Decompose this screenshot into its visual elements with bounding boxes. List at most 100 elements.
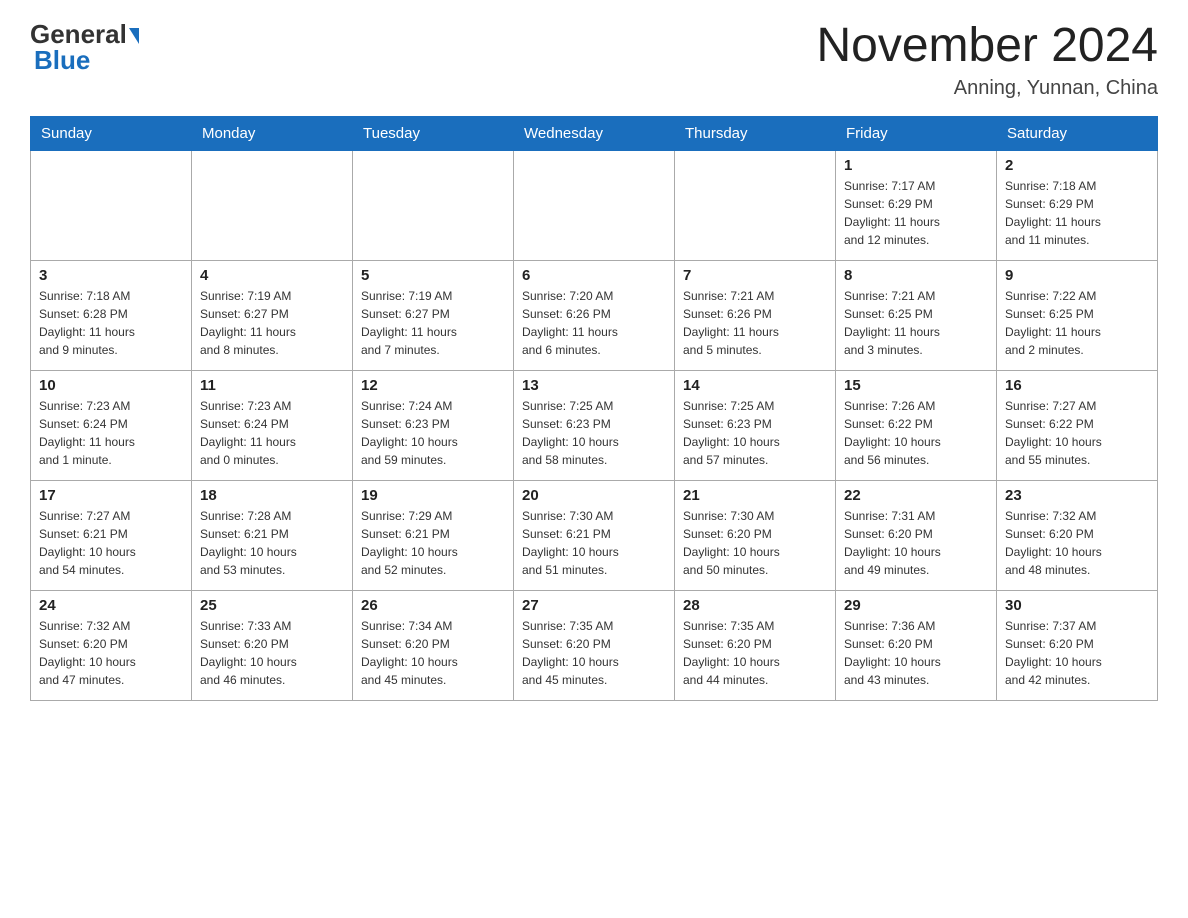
day-info: Sunrise: 7:20 AM Sunset: 6:26 PM Dayligh… xyxy=(522,287,666,359)
day-number: 3 xyxy=(39,267,183,284)
day-number: 8 xyxy=(844,267,988,284)
header-wednesday: Wednesday xyxy=(514,116,675,150)
day-number: 9 xyxy=(1005,267,1149,284)
page-header: General Blue November 2024 Anning, Yunna… xyxy=(30,20,1158,100)
day-cell: 5Sunrise: 7:19 AM Sunset: 6:27 PM Daylig… xyxy=(353,260,514,370)
day-cell xyxy=(31,150,192,260)
day-cell: 21 Sunrise: 7:30 AM Sunset: 6:20 PM Dayli… xyxy=(675,480,836,590)
day-info: Sunrise: 7:34 AM Sunset: 6:20 PM Dayligh… xyxy=(361,617,505,689)
day-info: Sunrise: 7:26 AM Sunset: 6:22 PM Dayligh… xyxy=(844,397,988,469)
day-cell: 10 Sunrise: 7:23 AM Sunset: 6:24 PM Dayli… xyxy=(31,370,192,480)
day-cell: 28 Sunrise: 7:35 AM Sunset: 6:20 PM Dayli… xyxy=(675,590,836,700)
day-cell xyxy=(192,150,353,260)
day-info: Sunrise: 7:18 AM Sunset: 6:28 PM Dayligh… xyxy=(39,287,183,359)
logo: General Blue xyxy=(30,20,139,74)
day-cell: 1 Sunrise: 7:17 AM Sunset: 6:29 PM Daylig… xyxy=(836,150,997,260)
header-monday: Monday xyxy=(192,116,353,150)
day-info: Sunrise: 7:31 AM Sunset: 6:20 PM Dayligh… xyxy=(844,507,988,579)
day-cell: 12 Sunrise: 7:24 AM Sunset: 6:23 PM Dayli… xyxy=(353,370,514,480)
day-number: 2 xyxy=(1005,157,1149,174)
month-title: November 2024 xyxy=(816,20,1158,73)
day-info: Sunrise: 7:24 AM Sunset: 6:23 PM Dayligh… xyxy=(361,397,505,469)
day-number: 1 xyxy=(844,157,988,174)
day-number: 6 xyxy=(522,267,666,284)
day-info: Sunrise: 7:30 AM Sunset: 6:20 PM Dayligh… xyxy=(683,507,827,579)
week-row-4: 17Sunrise: 7:27 AM Sunset: 6:21 PM Dayli… xyxy=(31,480,1158,590)
day-number: 4 xyxy=(200,267,344,284)
day-cell: 18Sunrise: 7:28 AM Sunset: 6:21 PM Dayli… xyxy=(192,480,353,590)
day-info: Sunrise: 7:19 AM Sunset: 6:27 PM Dayligh… xyxy=(200,287,344,359)
header-sunday: Sunday xyxy=(31,116,192,150)
day-cell xyxy=(514,150,675,260)
day-cell: 17Sunrise: 7:27 AM Sunset: 6:21 PM Dayli… xyxy=(31,480,192,590)
day-number: 10 xyxy=(39,377,183,394)
day-info: Sunrise: 7:35 AM Sunset: 6:20 PM Dayligh… xyxy=(522,617,666,689)
day-info: Sunrise: 7:17 AM Sunset: 6:29 PM Dayligh… xyxy=(844,177,988,249)
day-number: 19 xyxy=(361,487,505,504)
location-title: Anning, Yunnan, China xyxy=(816,77,1158,100)
day-info: Sunrise: 7:18 AM Sunset: 6:29 PM Dayligh… xyxy=(1005,177,1149,249)
day-cell: 15 Sunrise: 7:26 AM Sunset: 6:22 PM Dayli… xyxy=(836,370,997,480)
calendar-title-area: November 2024 Anning, Yunnan, China xyxy=(816,20,1158,100)
day-cell: 27Sunrise: 7:35 AM Sunset: 6:20 PM Dayli… xyxy=(514,590,675,700)
day-number: 14 xyxy=(683,377,827,394)
day-number: 30 xyxy=(1005,597,1149,614)
week-row-1: 1 Sunrise: 7:17 AM Sunset: 6:29 PM Daylig… xyxy=(31,150,1158,260)
day-number: 26 xyxy=(361,597,505,614)
day-cell: 13 Sunrise: 7:25 AM Sunset: 6:23 PM Dayli… xyxy=(514,370,675,480)
day-info: Sunrise: 7:25 AM Sunset: 6:23 PM Dayligh… xyxy=(522,397,666,469)
day-cell: 8 Sunrise: 7:21 AM Sunset: 6:25 PM Daylig… xyxy=(836,260,997,370)
day-number: 18 xyxy=(200,487,344,504)
day-number: 24 xyxy=(39,597,183,614)
day-cell: 26 Sunrise: 7:34 AM Sunset: 6:20 PM Dayli… xyxy=(353,590,514,700)
header-tuesday: Tuesday xyxy=(353,116,514,150)
day-cell: 20Sunrise: 7:30 AM Sunset: 6:21 PM Dayli… xyxy=(514,480,675,590)
day-number: 13 xyxy=(522,377,666,394)
day-cell: 9 Sunrise: 7:22 AM Sunset: 6:25 PM Daylig… xyxy=(997,260,1158,370)
day-info: Sunrise: 7:21 AM Sunset: 6:26 PM Dayligh… xyxy=(683,287,827,359)
day-info: Sunrise: 7:23 AM Sunset: 6:24 PM Dayligh… xyxy=(39,397,183,469)
day-number: 16 xyxy=(1005,377,1149,394)
day-cell: 16 Sunrise: 7:27 AM Sunset: 6:22 PM Dayli… xyxy=(997,370,1158,480)
day-cell: 22 Sunrise: 7:31 AM Sunset: 6:20 PM Dayli… xyxy=(836,480,997,590)
day-info: Sunrise: 7:23 AM Sunset: 6:24 PM Dayligh… xyxy=(200,397,344,469)
day-number: 28 xyxy=(683,597,827,614)
day-cell: 24 Sunrise: 7:32 AM Sunset: 6:20 PM Dayli… xyxy=(31,590,192,700)
day-number: 23 xyxy=(1005,487,1149,504)
calendar-table: Sunday Monday Tuesday Wednesday Thursday… xyxy=(30,116,1158,701)
day-cell: 30 Sunrise: 7:37 AM Sunset: 6:20 PM Dayli… xyxy=(997,590,1158,700)
header-friday: Friday xyxy=(836,116,997,150)
day-number: 22 xyxy=(844,487,988,504)
calendar-header-row: Sunday Monday Tuesday Wednesday Thursday… xyxy=(31,116,1158,150)
day-cell: 29 Sunrise: 7:36 AM Sunset: 6:20 PM Dayli… xyxy=(836,590,997,700)
day-info: Sunrise: 7:37 AM Sunset: 6:20 PM Dayligh… xyxy=(1005,617,1149,689)
day-cell: 11 Sunrise: 7:23 AM Sunset: 6:24 PM Dayli… xyxy=(192,370,353,480)
day-cell: 7Sunrise: 7:21 AM Sunset: 6:26 PM Daylig… xyxy=(675,260,836,370)
day-info: Sunrise: 7:19 AM Sunset: 6:27 PM Dayligh… xyxy=(361,287,505,359)
day-info: Sunrise: 7:35 AM Sunset: 6:20 PM Dayligh… xyxy=(683,617,827,689)
day-info: Sunrise: 7:27 AM Sunset: 6:21 PM Dayligh… xyxy=(39,507,183,579)
day-number: 25 xyxy=(200,597,344,614)
day-number: 12 xyxy=(361,377,505,394)
day-number: 29 xyxy=(844,597,988,614)
day-cell xyxy=(353,150,514,260)
week-row-3: 10 Sunrise: 7:23 AM Sunset: 6:24 PM Dayli… xyxy=(31,370,1158,480)
day-number: 20 xyxy=(522,487,666,504)
day-info: Sunrise: 7:36 AM Sunset: 6:20 PM Dayligh… xyxy=(844,617,988,689)
day-info: Sunrise: 7:32 AM Sunset: 6:20 PM Dayligh… xyxy=(39,617,183,689)
day-info: Sunrise: 7:33 AM Sunset: 6:20 PM Dayligh… xyxy=(200,617,344,689)
day-info: Sunrise: 7:27 AM Sunset: 6:22 PM Dayligh… xyxy=(1005,397,1149,469)
day-info: Sunrise: 7:22 AM Sunset: 6:25 PM Dayligh… xyxy=(1005,287,1149,359)
header-saturday: Saturday xyxy=(997,116,1158,150)
day-number: 15 xyxy=(844,377,988,394)
day-cell: 3 Sunrise: 7:18 AM Sunset: 6:28 PM Daylig… xyxy=(31,260,192,370)
week-row-5: 24 Sunrise: 7:32 AM Sunset: 6:20 PM Dayli… xyxy=(31,590,1158,700)
day-cell: 23Sunrise: 7:32 AM Sunset: 6:20 PM Dayli… xyxy=(997,480,1158,590)
day-cell: 4 Sunrise: 7:19 AM Sunset: 6:27 PM Daylig… xyxy=(192,260,353,370)
day-info: Sunrise: 7:21 AM Sunset: 6:25 PM Dayligh… xyxy=(844,287,988,359)
day-number: 11 xyxy=(200,377,344,394)
day-cell: 14Sunrise: 7:25 AM Sunset: 6:23 PM Dayli… xyxy=(675,370,836,480)
day-cell: 2 Sunrise: 7:18 AM Sunset: 6:29 PM Daylig… xyxy=(997,150,1158,260)
day-number: 21 xyxy=(683,487,827,504)
day-cell: 19Sunrise: 7:29 AM Sunset: 6:21 PM Dayli… xyxy=(353,480,514,590)
